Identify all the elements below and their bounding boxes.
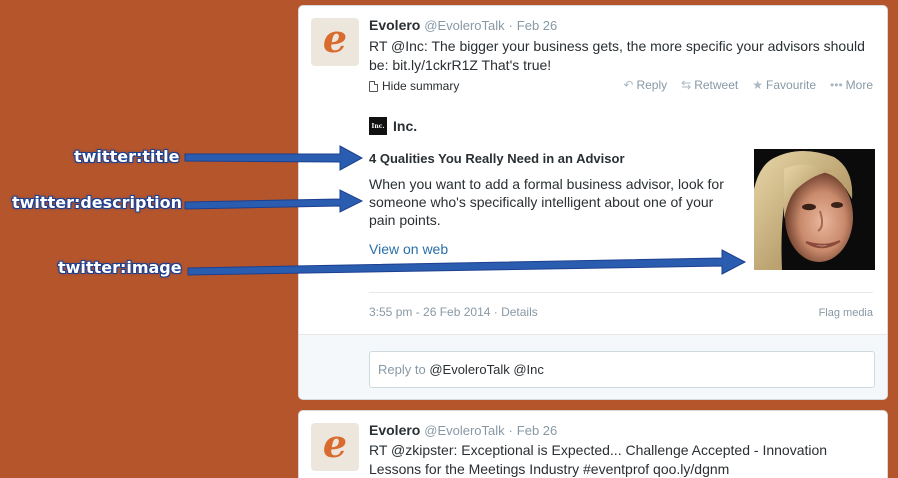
ellipsis-icon: •••	[830, 78, 843, 92]
portrait-photo	[754, 149, 875, 270]
retweet-button[interactable]: ⇆ Retweet	[681, 78, 738, 92]
more-label: More	[845, 78, 873, 92]
tweet-card[interactable]: e Evolero @EvoleroTalk · Feb 26 RT @zkip…	[298, 410, 888, 478]
reply-mentions: @EvoleroTalk @Inc	[429, 362, 544, 377]
tweet-header: Evolero @EvoleroTalk · Feb 26	[369, 422, 557, 438]
annotation-twitter-image: twitter:image	[58, 258, 182, 277]
reply-prefix: Reply to	[378, 362, 426, 377]
tweet-date[interactable]: Feb 26	[517, 423, 557, 438]
favourite-button[interactable]: ★ Favourite	[752, 78, 816, 92]
tweet-actions: ↶ Reply ⇆ Retweet ★ Favourite ••• More	[623, 78, 873, 92]
separator-dot: ·	[508, 18, 513, 33]
annotation-twitter-title: twitter:title	[74, 147, 180, 166]
tweet-text: RT @Inc: The bigger your business gets, …	[369, 38, 865, 73]
card-title[interactable]: 4 Qualities You Really Need in an Adviso…	[369, 151, 625, 166]
hide-summary-button[interactable]: Hide summary	[369, 79, 459, 93]
view-on-web-link[interactable]: View on web	[369, 241, 448, 257]
annotation-twitter-description: twitter:description	[12, 193, 183, 212]
card-image[interactable]	[754, 149, 875, 270]
author-handle[interactable]: @EvoleroTalk	[424, 423, 504, 438]
separator-dot: ·	[508, 423, 513, 438]
author-name[interactable]: Evolero	[369, 17, 420, 33]
reply-area: Reply to @EvoleroTalk @Inc	[299, 334, 887, 399]
card-description: When you want to add a formal business a…	[369, 176, 724, 228]
tweet-date[interactable]: Feb 26	[517, 18, 557, 33]
evolero-logo-icon: e	[322, 421, 348, 466]
tweet-card-expanded[interactable]: e Evolero @EvoleroTalk · Feb 26 RT @Inc:…	[298, 5, 888, 400]
retweet-label: Retweet	[694, 78, 739, 92]
evolero-logo-icon: e	[322, 16, 348, 61]
hide-summary-label: Hide summary	[382, 79, 460, 93]
card-source[interactable]: Inc. Inc.	[369, 117, 417, 135]
avatar[interactable]: e	[311, 423, 359, 471]
inc-logo-icon: Inc.	[369, 117, 387, 135]
reply-button[interactable]: ↶ Reply	[623, 78, 667, 92]
avatar[interactable]: e	[311, 18, 359, 66]
tweet-header: Evolero @EvoleroTalk · Feb 26	[369, 17, 557, 33]
star-icon: ★	[752, 78, 764, 92]
author-name[interactable]: Evolero	[369, 422, 420, 438]
author-handle[interactable]: @EvoleroTalk	[424, 18, 504, 33]
reply-arrow-icon: ↶	[623, 78, 634, 92]
meta-divider	[369, 292, 873, 293]
reply-input[interactable]: Reply to @EvoleroTalk @Inc	[369, 351, 875, 388]
tweet-timestamp[interactable]: 3:55 pm - 26 Feb 2014 · Details	[369, 305, 538, 319]
more-button[interactable]: ••• More	[830, 78, 873, 92]
favourite-label: Favourite	[766, 78, 817, 92]
reply-label: Reply	[636, 78, 668, 92]
tweet-text: RT @zkipster: Exceptional is Expected...…	[369, 442, 828, 477]
flag-media-link[interactable]: Flag media	[819, 307, 873, 319]
card-source-name: Inc.	[393, 118, 418, 134]
retweet-icon: ⇆	[681, 78, 692, 92]
document-icon	[369, 80, 378, 92]
